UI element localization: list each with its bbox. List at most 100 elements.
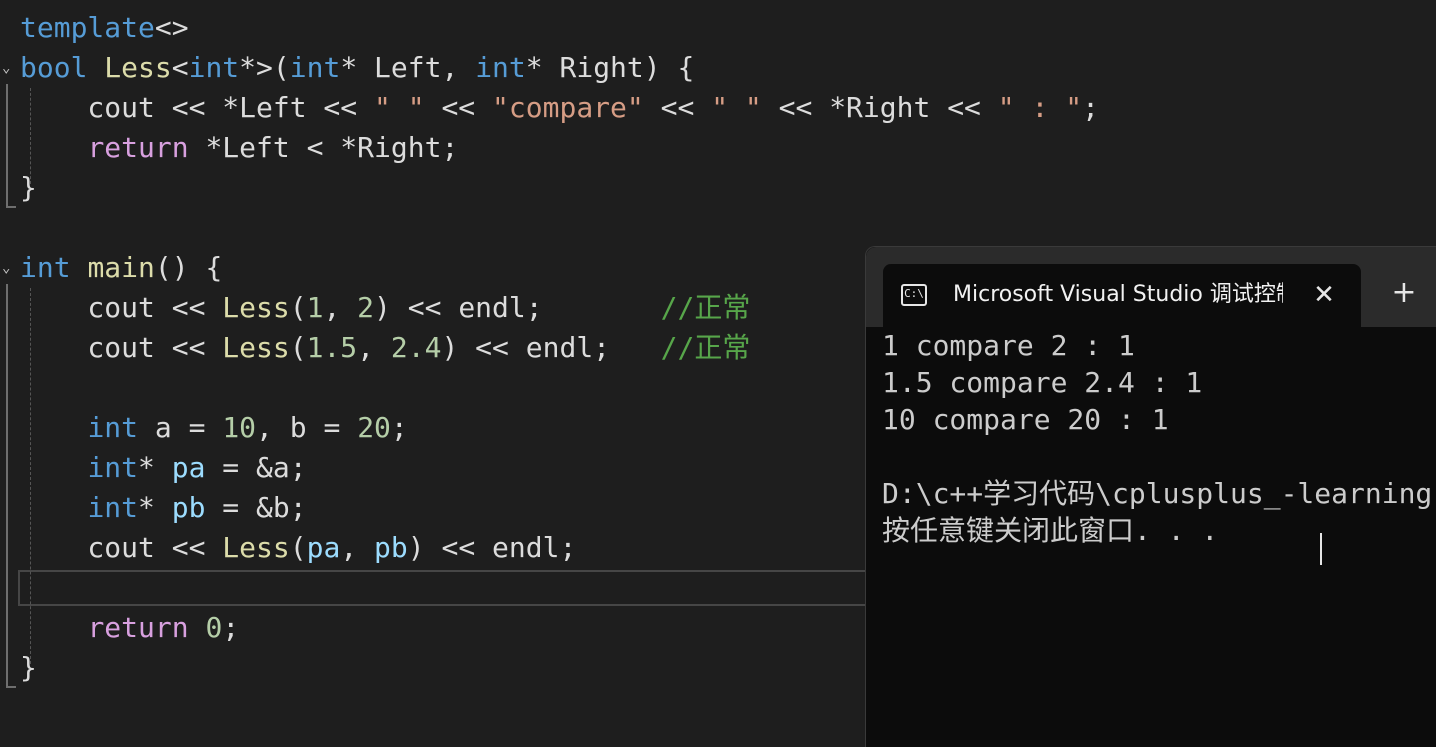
code-token: int	[475, 51, 526, 84]
code-token: 0	[205, 611, 223, 644]
code-token: " : "	[997, 91, 1083, 124]
output-line: D:\c++学习代码\cplusplus_-learning	[882, 477, 1433, 510]
code-line[interactable]: cout << Less(pa, pb) << endl;	[20, 528, 576, 568]
new-tab-icon[interactable]: +	[1386, 275, 1422, 311]
code-token: *	[138, 491, 172, 524]
code-line[interactable]: }	[20, 168, 37, 208]
code-line[interactable]: int* pb = &b;	[20, 488, 307, 528]
code-token: pa	[306, 531, 341, 564]
code-token: 2.4	[390, 331, 442, 364]
output-line: 按任意键关闭此窗口. . .	[882, 514, 1219, 547]
code-token: pb	[374, 531, 408, 564]
code-token: }	[20, 171, 37, 204]
code-token: = &a;	[205, 451, 307, 484]
current-line-highlight	[18, 570, 878, 606]
text-cursor	[1320, 533, 1322, 565]
code-token: (	[289, 291, 307, 324]
code-token: int	[87, 411, 139, 444]
code-token: return	[87, 611, 189, 644]
code-token: <<	[643, 91, 712, 124]
code-token: "compare"	[492, 91, 644, 124]
code-token: int	[188, 51, 240, 84]
code-token: 1.5	[306, 331, 358, 364]
console-tab-title: Microsoft Visual Studio 调试控制台	[953, 282, 1283, 307]
code-token: (	[289, 531, 307, 564]
code-token: << *Right <<	[761, 91, 998, 124]
code-token: Less	[222, 531, 290, 564]
terminal-icon: C:\	[901, 284, 927, 306]
code-token: Less	[222, 291, 290, 324]
fold-rail	[6, 284, 8, 686]
code-line[interactable]: int* pa = &a;	[20, 448, 307, 488]
code-token: ) << endl;	[407, 531, 577, 564]
code-token: cout << *Left <<	[20, 91, 375, 124]
code-token: <>	[154, 11, 189, 44]
code-token: * Left,	[340, 51, 476, 84]
code-token: *>(	[239, 51, 290, 84]
output-line: 1 compare 2 : 1	[882, 329, 1135, 362]
code-line[interactable]: cout << *Left << " " << "compare" << " "…	[20, 88, 1099, 128]
code-token: ,	[340, 531, 375, 564]
code-token: main	[87, 251, 155, 284]
code-token: bool	[20, 51, 88, 84]
output-line: 10 compare 20 : 1	[882, 403, 1169, 436]
fold-chevron-icon[interactable]: ⌄	[2, 60, 18, 76]
code-token: }	[20, 651, 37, 684]
code-token: int	[87, 491, 139, 524]
code-line[interactable]: int a = 10, b = 20;	[20, 408, 408, 448]
code-token: *	[138, 451, 172, 484]
code-line[interactable]: cout << Less(1.5, 2.4) << endl; //正常	[20, 328, 750, 368]
code-token: ;	[1082, 91, 1099, 124]
code-token: 1	[306, 291, 324, 324]
code-line[interactable]: bool Less<int*>(int* Left, int* Right) {	[20, 48, 694, 88]
code-token: Less	[104, 51, 172, 84]
code-token: int	[20, 251, 71, 284]
code-line[interactable]: return *Left < *Right;	[20, 128, 458, 168]
code-token: " "	[374, 91, 425, 124]
code-token: pb	[171, 491, 206, 524]
code-token: () {	[154, 251, 223, 284]
code-token: = &b;	[205, 491, 307, 524]
code-token: int	[87, 451, 139, 484]
console-tab-bar: C:\ Microsoft Visual Studio 调试控制台 ✕ +	[866, 247, 1436, 327]
code-token: //正常	[660, 331, 751, 364]
output-line: 1.5 compare 2.4 : 1	[882, 366, 1203, 399]
code-token: a =	[138, 411, 223, 444]
code-line[interactable]: return 0;	[20, 608, 239, 648]
code-line[interactable]: }	[20, 648, 37, 688]
code-token: cout <<	[20, 291, 223, 324]
code-token: template	[20, 11, 155, 44]
code-token: //正常	[660, 291, 751, 324]
code-token: *Left < *Right;	[188, 131, 459, 164]
code-line[interactable]: cout << Less(1, 2) << endl; //正常	[20, 288, 750, 328]
code-line[interactable]: template<>	[20, 8, 189, 48]
console-tab[interactable]: C:\ Microsoft Visual Studio 调试控制台 ✕	[883, 264, 1361, 327]
debug-console-window[interactable]: C:\ Microsoft Visual Studio 调试控制台 ✕ + 1 …	[865, 246, 1436, 747]
code-token: Less	[222, 331, 290, 364]
close-icon[interactable]: ✕	[1307, 278, 1341, 312]
code-line[interactable]: int main() {	[20, 248, 222, 288]
fold-rail-end	[6, 206, 16, 208]
code-token: ) << endl;	[441, 331, 661, 364]
fold-rail	[6, 84, 8, 206]
fold-chevron-icon[interactable]: ⌄	[2, 260, 18, 276]
code-token: 2	[357, 291, 375, 324]
code-token: cout <<	[20, 331, 223, 364]
code-token: ) << endl;	[374, 291, 661, 324]
code-token: ,	[323, 291, 358, 324]
code-token: , b =	[256, 411, 358, 444]
code-token: * Right) {	[525, 51, 695, 84]
code-token: ;	[222, 611, 240, 644]
code-token: 10	[222, 411, 257, 444]
code-token: " "	[711, 91, 762, 124]
code-token: <	[171, 51, 189, 84]
code-token: ;	[390, 411, 408, 444]
